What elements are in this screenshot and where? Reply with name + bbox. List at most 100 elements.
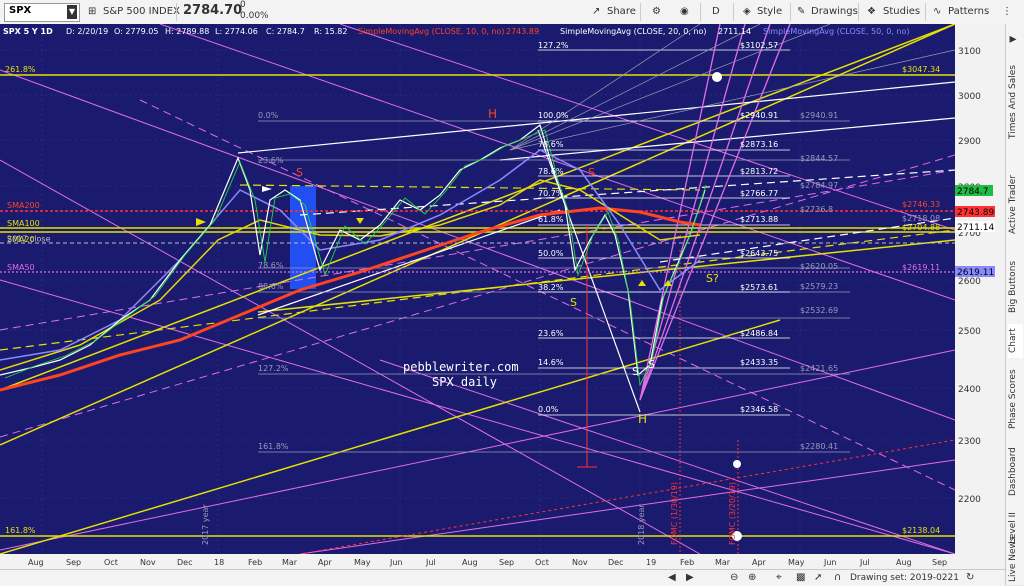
fib-upper-value: $2532.69 bbox=[800, 306, 838, 315]
drawing-set-label[interactable]: Drawing set: 2019-0221 bbox=[850, 573, 959, 583]
pan-left-icon[interactable]: ◀ bbox=[668, 572, 676, 583]
fib-pct: 61.8% bbox=[538, 215, 564, 224]
patterns-icon[interactable]: ∿ bbox=[933, 3, 941, 20]
fib-pct: 50.0% bbox=[538, 249, 564, 258]
hs-label: S bbox=[296, 166, 303, 179]
price-tick: 2600 bbox=[958, 277, 981, 287]
time-tick: Aug bbox=[896, 558, 912, 567]
cursor-icon[interactable]: ➚ bbox=[814, 572, 822, 583]
fib-value: $2433.35 bbox=[740, 358, 778, 367]
fib-upper-value: $2736.8 bbox=[800, 205, 833, 214]
sma200-tag: SMA200 bbox=[7, 201, 40, 210]
time-tick: Nov bbox=[140, 558, 156, 567]
fib-pct: 0.0% bbox=[538, 405, 559, 414]
sma50-tag: SMA50 bbox=[7, 263, 35, 272]
more-icon[interactable]: ⋮ bbox=[1002, 3, 1012, 20]
legend-close: C: 2784.7 bbox=[266, 27, 305, 36]
pan-right-icon[interactable]: ▶ bbox=[686, 572, 694, 583]
info-icon[interactable]: ⊞ bbox=[88, 3, 96, 20]
magnet-icon[interactable]: ∩ bbox=[834, 572, 841, 583]
studies-button[interactable]: Studies bbox=[883, 3, 920, 20]
fib-label: 161.8% bbox=[5, 526, 36, 535]
time-tick: Apr bbox=[318, 558, 333, 567]
year-marker: 2018 year bbox=[637, 504, 646, 545]
pencil-icon[interactable]: ✎ bbox=[797, 3, 805, 20]
tab-active-trader[interactable]: Active Trader bbox=[1008, 164, 1023, 244]
gear-icon[interactable]: ⚙ bbox=[652, 3, 661, 20]
camera-icon[interactable]: ◉ bbox=[680, 3, 689, 20]
fomc-marker: FOMC (1/30/19) bbox=[670, 482, 679, 545]
tab-chart[interactable]: Chart bbox=[1008, 324, 1023, 358]
interval-button[interactable]: D bbox=[712, 3, 720, 20]
time-tick: Sep bbox=[499, 558, 514, 567]
fib-horizontal-value: $2746.33 bbox=[902, 200, 940, 209]
fib-value: $2486.84 bbox=[740, 329, 778, 338]
style-icon[interactable]: ◈ bbox=[743, 3, 751, 20]
hs-label: S bbox=[632, 365, 639, 378]
fib-value: $2813.72 bbox=[740, 167, 778, 176]
price-chart[interactable]: SPX 5 Y 1D D: 2/20/19 O: 2779.05 H: 2789… bbox=[0, 24, 1005, 569]
time-tick: Apr bbox=[752, 558, 767, 567]
time-tick: Jun bbox=[389, 558, 403, 567]
time-tick: Nov bbox=[572, 558, 588, 567]
fib-pct: 78.6% bbox=[538, 140, 564, 149]
time-tick: Aug bbox=[28, 558, 44, 567]
tab-dashboard[interactable]: Dashboard bbox=[1008, 444, 1023, 500]
chevron-down-icon[interactable]: ▼ bbox=[67, 5, 77, 19]
time-tick: May bbox=[354, 558, 371, 567]
share-icon[interactable]: ↗ bbox=[592, 3, 600, 20]
tab-live-news[interactable]: Live News bbox=[1008, 536, 1023, 582]
fib-value: $2346.58 bbox=[740, 405, 778, 414]
time-tick: Mar bbox=[715, 558, 731, 567]
tab-phase-scores[interactable]: Phase Scores bbox=[1008, 364, 1023, 434]
fib-value: $2573.61 bbox=[740, 283, 778, 292]
studies-icon[interactable]: ❖ bbox=[867, 3, 876, 20]
time-tick: Feb bbox=[680, 558, 694, 567]
fib-value: $3102.57 bbox=[740, 41, 778, 50]
time-tick: Sep bbox=[66, 558, 81, 567]
zoom-out-icon[interactable]: ⊖ bbox=[730, 572, 738, 583]
time-tick: 18 bbox=[214, 558, 224, 567]
tab-big-buttons[interactable]: Big Buttons bbox=[1008, 254, 1023, 320]
price-tick: 2400 bbox=[958, 385, 981, 395]
fib-pct: 78.6% bbox=[538, 167, 564, 176]
fib-value: $2713.88 bbox=[740, 215, 778, 224]
time-tick: Dec bbox=[608, 558, 623, 567]
sma50-left-value: $2619.11 bbox=[902, 263, 940, 272]
close2017-tag: 2017 close bbox=[7, 235, 51, 244]
fib-value: $2766.77 bbox=[740, 189, 778, 198]
crosshair-icon[interactable]: ⌖ bbox=[776, 572, 782, 583]
panel-toggle-icon[interactable]: ◀ bbox=[1008, 30, 1023, 48]
price-tick: 2300 bbox=[958, 437, 981, 447]
share-button[interactable]: Share bbox=[607, 3, 636, 20]
time-tick: Sep bbox=[932, 558, 947, 567]
fib-upper-pct: 0.0% bbox=[258, 111, 279, 120]
fib-horizontal-value: $2718.08 bbox=[902, 214, 940, 223]
style-button[interactable]: Style bbox=[757, 3, 782, 20]
price-tick: 2500 bbox=[958, 327, 981, 337]
sma10-value: 2743.89 bbox=[957, 208, 994, 218]
symbol-input[interactable]: SPX ▼ bbox=[4, 3, 80, 22]
patterns-button[interactable]: Patterns bbox=[948, 3, 989, 20]
time-tick: Jun bbox=[823, 558, 837, 567]
target-marker bbox=[712, 72, 722, 82]
zoom-in-icon[interactable]: ⊕ bbox=[748, 572, 756, 583]
bars-icon[interactable]: ▩ bbox=[796, 572, 805, 583]
sma50-value: 2619.11 bbox=[957, 268, 994, 278]
fib-upper-value: $2784.97 bbox=[800, 181, 838, 190]
time-tick: May bbox=[788, 558, 805, 567]
tab-times-and-sales[interactable]: Times And Sales bbox=[1008, 58, 1023, 146]
sma100-tag: SMA100 bbox=[7, 219, 40, 228]
hs-label: S? bbox=[706, 272, 719, 285]
time-tick: Oct bbox=[104, 558, 118, 567]
fib-horizontal-value: $2138.04 bbox=[902, 526, 940, 535]
price-tick: 2200 bbox=[958, 495, 981, 505]
refresh-icon[interactable]: ↻ bbox=[966, 572, 974, 583]
drawings-button[interactable]: Drawings bbox=[811, 3, 858, 20]
hs-label: S bbox=[648, 358, 655, 371]
fib-upper-value: $2421.65 bbox=[800, 364, 838, 373]
time-tick: 19 bbox=[646, 558, 656, 567]
fib-upper-value: $2579.23 bbox=[800, 282, 838, 291]
legend-sma50: SimpleMovingAvg (CLOSE, 50, 0, no) bbox=[763, 27, 910, 36]
hs-label: H bbox=[638, 412, 647, 426]
